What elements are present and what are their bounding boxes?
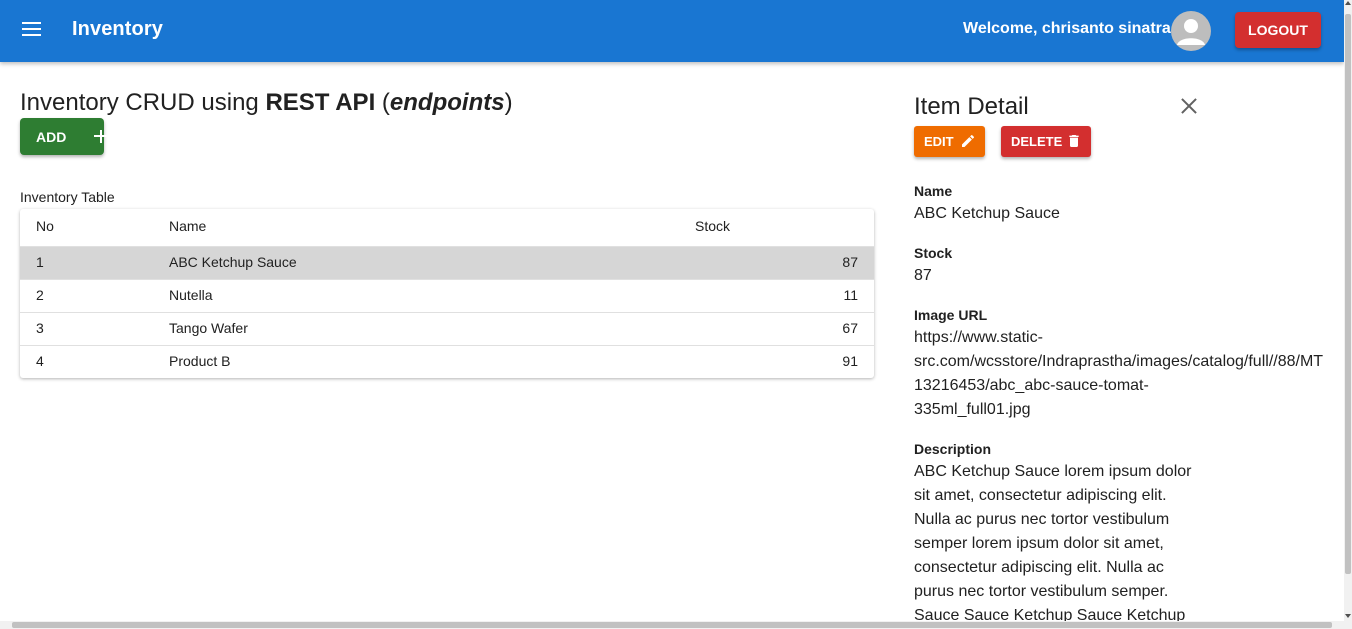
table-row[interactable]: 2 Nutella 11 <box>20 279 874 312</box>
delete-button[interactable]: DELETE <box>1001 126 1091 157</box>
cell-name: ABC Ketchup Sauce <box>169 254 297 270</box>
cell-name: Product B <box>169 353 231 369</box>
detail-title: Item Detail <box>914 93 1029 120</box>
page-title-bold: REST API <box>265 89 376 116</box>
image-url-label: Image URL <box>914 307 988 323</box>
cell-no: 3 <box>36 320 44 336</box>
page-title-italic: endpoints <box>389 89 505 116</box>
column-header-name[interactable]: Name <box>169 209 206 244</box>
pencil-icon <box>962 134 975 147</box>
person-avatar-icon[interactable] <box>1171 11 1211 51</box>
scroll-up-arrow-icon[interactable] <box>1345 1 1351 5</box>
description-label: Description <box>914 441 992 457</box>
add-button-label: ADD <box>36 128 67 145</box>
page-title-paren-close: ) <box>504 89 513 116</box>
table-row[interactable]: 1 ABC Ketchup Sauce 87 <box>20 246 874 279</box>
cell-no: 1 <box>36 254 44 270</box>
hamburger-menu-icon[interactable] <box>22 22 42 38</box>
stock-value: 87 <box>914 267 932 284</box>
app-bar: Inventory Welcome, chrisanto sinatra LOG… <box>0 0 1344 62</box>
plus-icon <box>94 129 107 143</box>
page-title-prefix: Inventory CRUD using <box>20 89 266 116</box>
cell-no: 4 <box>36 353 44 369</box>
vertical-scroll-thumb[interactable] <box>1345 14 1351 574</box>
add-button[interactable]: ADD <box>20 118 107 155</box>
close-icon[interactable] <box>1180 97 1198 115</box>
name-value: ABC Ketchup Sauce <box>914 205 1060 222</box>
cell-stock: 91 <box>842 353 858 369</box>
edit-button-label: EDIT <box>924 134 954 149</box>
table-header: No Name Stock <box>20 209 874 246</box>
table-row[interactable]: 4 Product B 91 <box>20 345 874 378</box>
cell-no: 2 <box>36 287 44 303</box>
vertical-scrollbar[interactable] <box>1344 0 1352 629</box>
table-row[interactable]: 3 Tango Wafer 67 <box>20 312 874 345</box>
horizontal-scrollbar[interactable] <box>0 621 1344 629</box>
stock-label: Stock <box>914 245 953 261</box>
column-header-stock[interactable]: Stock <box>695 209 730 244</box>
page-title-paren-open: ( <box>375 89 390 116</box>
trash-icon <box>1069 135 1079 147</box>
image-url-value: https://www.static- src.com/wcsstore/Ind… <box>914 329 1324 418</box>
name-label: Name <box>914 183 953 199</box>
cell-stock: 87 <box>842 254 858 270</box>
cell-stock: 11 <box>843 287 858 303</box>
edit-button[interactable]: EDIT <box>914 126 985 157</box>
table-caption: Inventory Table <box>20 189 115 205</box>
cell-stock: 67 <box>842 320 858 336</box>
horizontal-scroll-thumb[interactable] <box>12 622 1332 628</box>
page-title: Inventory CRUD using REST API (endpoints… <box>20 89 513 117</box>
cell-name: Tango Wafer <box>169 320 248 336</box>
delete-button-label: DELETE <box>1011 134 1063 149</box>
cell-name: Nutella <box>169 287 213 303</box>
app-title: Inventory <box>72 18 163 40</box>
description-value: ABC Ketchup Sauce lorem ipsum dolor sit … <box>914 463 1192 624</box>
scroll-down-arrow-icon[interactable] <box>1345 614 1351 618</box>
inventory-table: No Name Stock 1 ABC Ketchup Sauce 87 2 N… <box>20 209 874 378</box>
column-header-no[interactable]: No <box>36 209 54 244</box>
logout-button[interactable]: LOGOUT <box>1235 12 1321 48</box>
welcome-text: Welcome, chrisanto sinatra <box>963 20 1171 37</box>
